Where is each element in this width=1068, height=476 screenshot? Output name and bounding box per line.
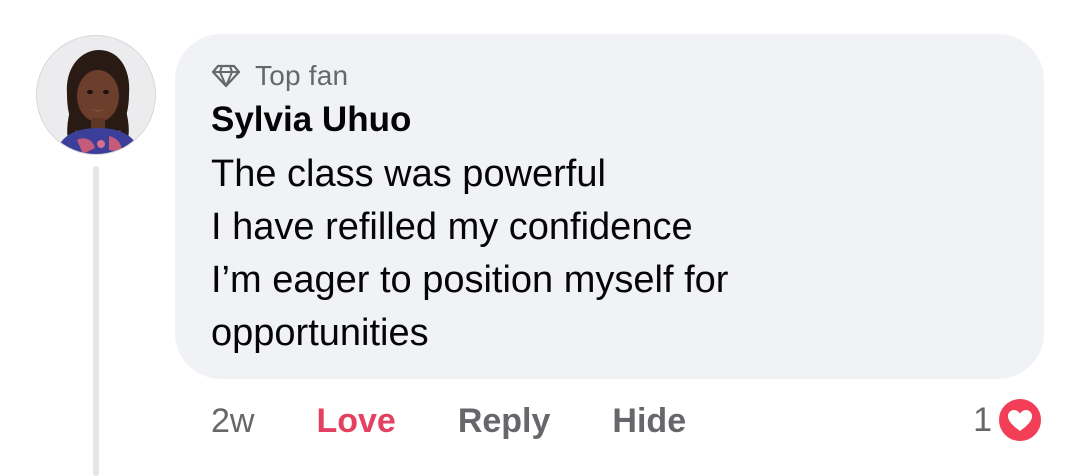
avatar[interactable] (36, 35, 156, 155)
diamond-icon (211, 64, 241, 88)
comment-bubble: Top fan Sylvia Uhuo The class was powerf… (175, 34, 1044, 379)
top-fan-badge: Top fan (211, 58, 1008, 94)
badge-label: Top fan (255, 60, 349, 91)
heart-reaction-icon (997, 397, 1043, 443)
comment-line: I’m eager to position myself for (211, 259, 729, 301)
reaction-count: 1 (973, 400, 992, 439)
comment-text: The class was powerful I have refilled m… (211, 148, 1008, 360)
love-button[interactable]: Love (316, 402, 395, 441)
reply-button[interactable]: Reply (458, 402, 551, 441)
reaction-summary[interactable]: 1 (973, 394, 1044, 446)
comment-line: I have refilled my confidence (211, 206, 693, 248)
thread-line (93, 166, 99, 476)
comment-actions: 2w Love Reply Hide (211, 396, 748, 446)
author-name[interactable]: Sylvia Uhuo (211, 96, 1008, 144)
user-avatar-photo (37, 36, 155, 154)
comment-line: opportunities (211, 312, 429, 354)
hide-button[interactable]: Hide (612, 402, 686, 441)
comment-line: The class was powerful (211, 153, 606, 195)
timestamp[interactable]: 2w (211, 402, 254, 441)
